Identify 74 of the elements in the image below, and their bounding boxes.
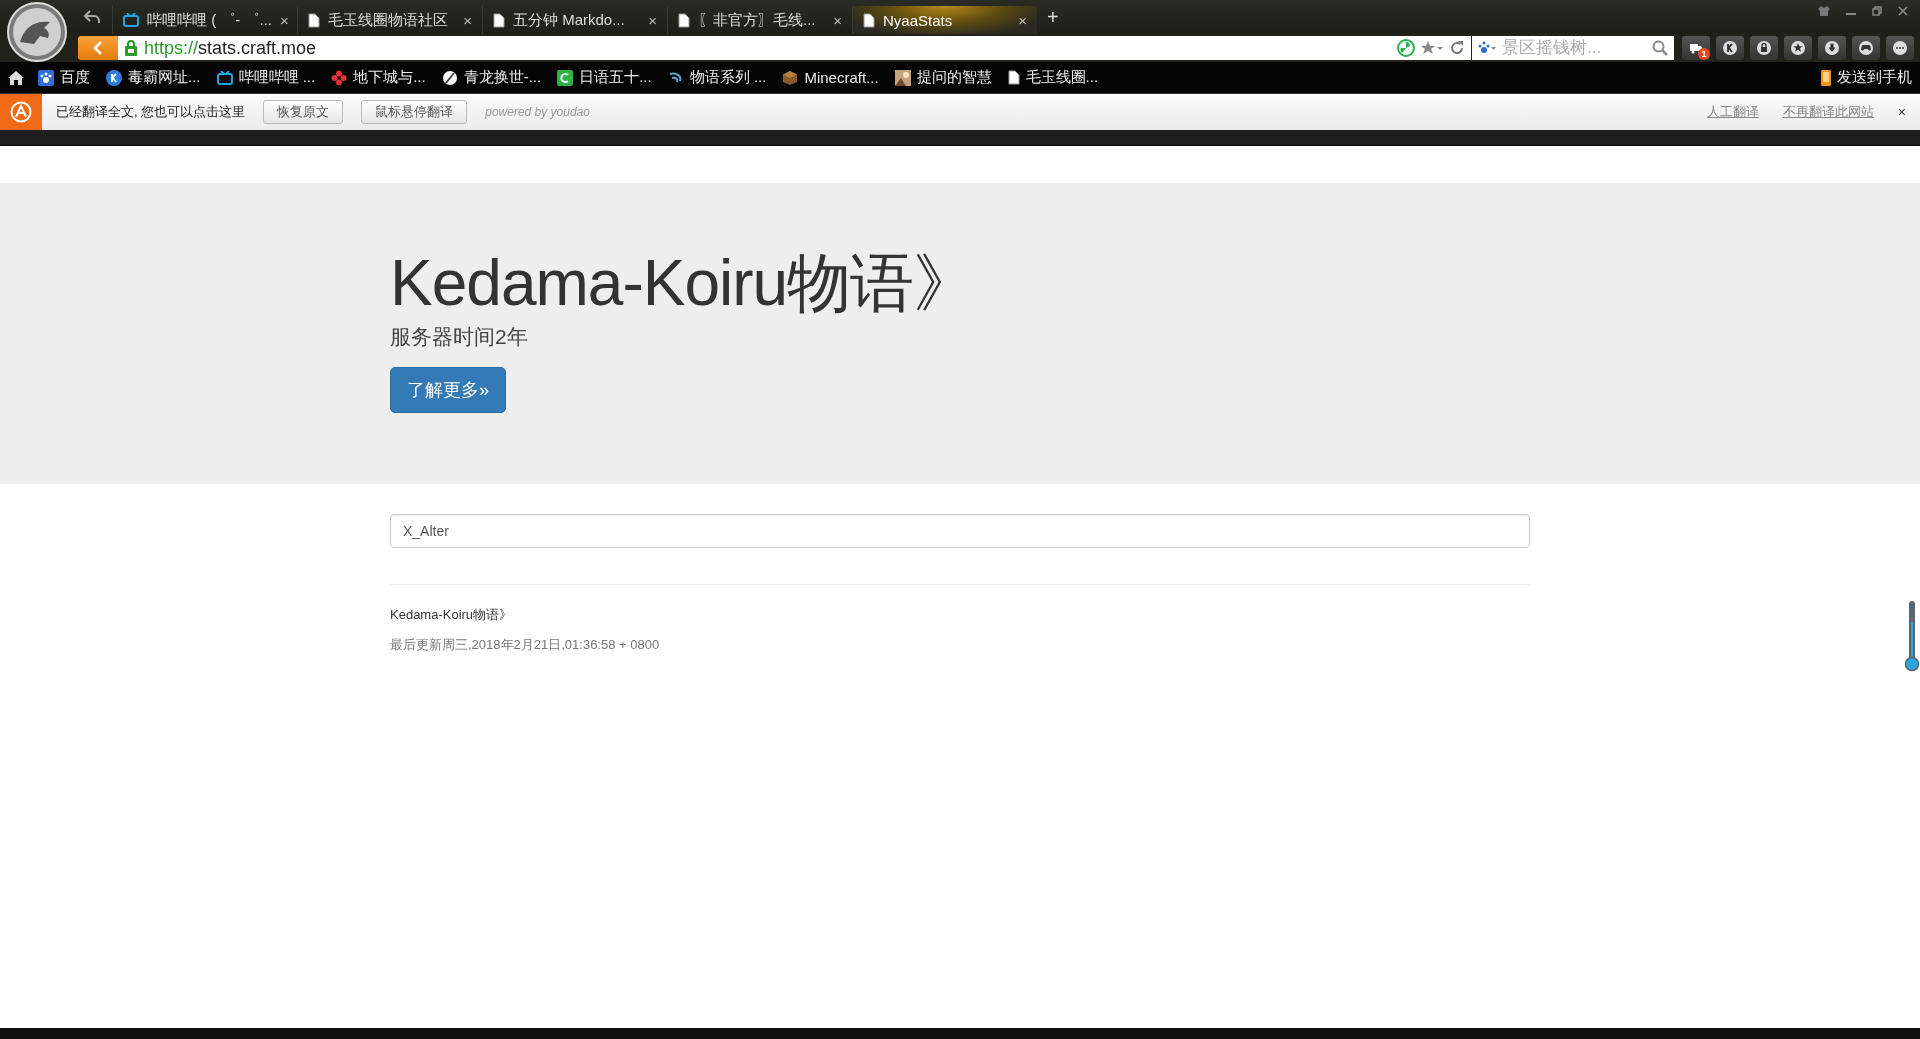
- page-icon: [863, 12, 875, 28]
- close-tab-button[interactable]: ×: [648, 11, 657, 29]
- k-icon: [106, 69, 122, 86]
- bookmark[interactable]: 青龙换世-...: [433, 68, 550, 87]
- translation-message: 已经翻译全文, 您也可以点击这里: [56, 103, 246, 121]
- new-tab-button[interactable]: +: [1037, 5, 1069, 29]
- learn-more-button[interactable]: 了解更多»: [390, 367, 506, 414]
- browser-tab[interactable]: NyaaStats ×: [852, 6, 1037, 34]
- toolbar-button[interactable]: 1: [1682, 36, 1710, 60]
- last-updated-text: 最后更新周三,2018年2月21日,01:36:58 + 0800: [390, 636, 661, 654]
- flower-icon: [331, 69, 348, 86]
- powered-by-text: powered by youdao: [485, 105, 590, 119]
- lock-icon: [124, 40, 138, 56]
- more-icon: [1892, 40, 1908, 56]
- bookmark[interactable]: 百度: [30, 68, 98, 87]
- download-icon: [1824, 40, 1840, 56]
- send-to-phone-button[interactable]: 发送到手机: [1813, 68, 1920, 87]
- fan-icon[interactable]: [1397, 39, 1415, 57]
- restore-icon[interactable]: [1872, 6, 1882, 16]
- close-tab-button[interactable]: ×: [463, 11, 472, 29]
- address-field[interactable]: https://stats.craft.moe: [118, 36, 1471, 60]
- block-icon: [782, 69, 799, 86]
- url-text: https://stats.craft.moe: [144, 37, 317, 59]
- refresh-icon[interactable]: [1449, 40, 1465, 56]
- toolbar-button[interactable]: [1852, 36, 1880, 60]
- bookmark[interactable]: 地下城与...: [323, 68, 434, 87]
- translate-button[interactable]: 鼠标悬停翻译: [361, 100, 468, 124]
- shirt-icon[interactable]: [1818, 6, 1830, 16]
- toolbar-button[interactable]: [1784, 36, 1812, 60]
- search-icon[interactable]: [1652, 40, 1668, 56]
- bookmark[interactable]: 物语系列 ...: [659, 68, 775, 87]
- toolbar-button[interactable]: [1716, 36, 1744, 60]
- back-icon[interactable]: [84, 10, 100, 24]
- page-icon: [308, 12, 320, 28]
- close-button[interactable]: ×: [1897, 104, 1906, 120]
- toolbar-button[interactable]: [1886, 36, 1914, 60]
- tv-icon: [216, 70, 233, 85]
- close-tab-button[interactable]: ×: [280, 11, 289, 29]
- close-icon[interactable]: [1898, 6, 1908, 16]
- translate-logo-icon: [10, 101, 32, 123]
- translate-button[interactable]: 恢复原文: [263, 100, 344, 124]
- bookmark[interactable]: Minecraft...: [774, 69, 887, 86]
- thermometer-icon: [1904, 600, 1920, 672]
- paw-icon: [1478, 41, 1496, 55]
- bookmark[interactable]: 哔哩哔哩 ...: [208, 68, 324, 87]
- page-title: Kedama-Koiru物语》: [390, 250, 978, 318]
- bookmark[interactable]: 毒霸网址...: [98, 68, 209, 87]
- player-search-field[interactable]: X_Alter: [390, 514, 1530, 548]
- close-tab-button[interactable]: ×: [833, 11, 842, 29]
- photo-icon: [894, 69, 911, 86]
- bookmark[interactable]: 毛玉线圈...: [999, 68, 1107, 87]
- tv-icon: [123, 13, 139, 27]
- gamepad-icon: [1858, 40, 1874, 56]
- star-icon[interactable]: [1421, 40, 1443, 56]
- close-tab-button[interactable]: ×: [1018, 11, 1027, 29]
- home-icon[interactable]: [8, 70, 24, 85]
- page-icon: [1007, 70, 1020, 85]
- c-icon: [557, 69, 574, 86]
- chevron-left-icon: [93, 41, 103, 55]
- search-field[interactable]: 景区摇钱树...: [1472, 36, 1674, 60]
- page-icon: [493, 12, 505, 28]
- result-link[interactable]: Kedama-Koiru物语》: [390, 606, 513, 624]
- k-icon: [1722, 40, 1738, 56]
- notification-badge: 1: [1698, 48, 1710, 60]
- phone-icon: [1821, 69, 1831, 86]
- page-icon: [678, 12, 690, 28]
- paw-icon: [38, 69, 54, 86]
- back-button[interactable]: [78, 36, 118, 60]
- toolbar-button[interactable]: [1750, 36, 1778, 60]
- subtitle: 服务器时间2年: [390, 324, 529, 351]
- bookmark[interactable]: 日语五十...: [549, 68, 660, 87]
- bookmark[interactable]: 提问的智慧: [886, 68, 1000, 87]
- toolbar-button[interactable]: [1818, 36, 1846, 60]
- lock-icon: [1756, 40, 1772, 56]
